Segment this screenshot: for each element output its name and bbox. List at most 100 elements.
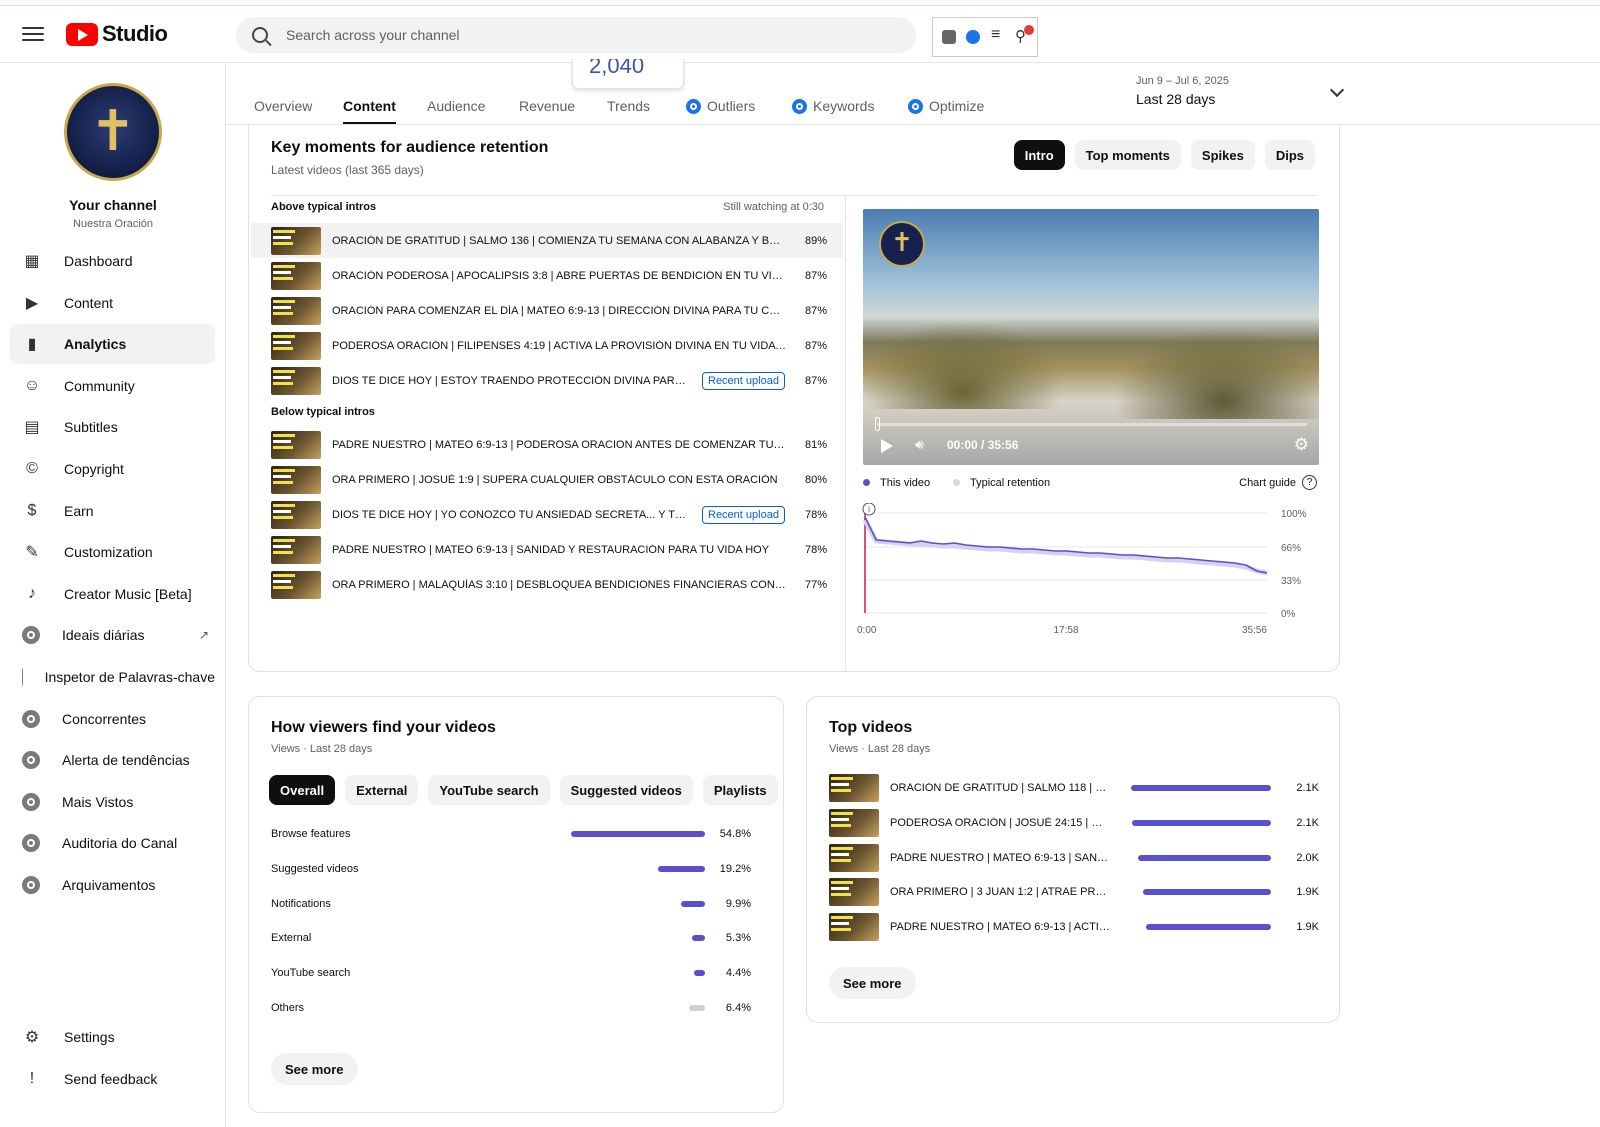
list-icon[interactable]	[990, 26, 1004, 44]
sidebar-item[interactable]: ▤ Subtitles	[10, 407, 215, 447]
date-range-picker[interactable]: Jun 9 – Jul 6, 2025 Last 28 days	[1136, 75, 1348, 107]
sidebar-item[interactable]: © Copyright	[10, 449, 215, 489]
chip-suggested-videos[interactable]: Suggested videos	[559, 775, 693, 805]
sidebar-item[interactable]: Alerta de tendências	[10, 740, 215, 780]
see-more-button[interactable]: See more	[829, 967, 916, 999]
chip-external[interactable]: External	[345, 775, 419, 805]
extension-icon	[908, 98, 923, 114]
volume-icon[interactable]: 🔊︎	[915, 436, 924, 453]
traffic-source-label: Suggested videos	[271, 862, 359, 875]
notification-icon[interactable]	[1014, 25, 1034, 45]
y-tick-label: 33%	[1281, 576, 1301, 587]
tab-content[interactable]: Content	[343, 95, 396, 124]
video-row[interactable]: ORACIÓN DE GRATITUD | SALMO 136 | COMIEN…	[251, 223, 843, 258]
sidebar-item[interactable]: Concorrentes	[10, 699, 215, 739]
tab-overview[interactable]: Overview	[254, 95, 312, 117]
sidebar-item[interactable]: Ideais diárias ↗	[10, 615, 215, 655]
sidebar-item[interactable]: ✎ Customization	[10, 532, 215, 572]
thumbnail-text	[273, 382, 293, 386]
extension-icon[interactable]	[966, 30, 980, 44]
video-thumbnail	[271, 571, 321, 600]
video-row[interactable]: ORA PRIMERO | JOSUÉ 1:9 | SUPERA CUALQUI…	[251, 462, 843, 497]
top-video-row[interactable]: ORA PRIMERO | 3 JUAN 1:2 | ATRAE PRO... 1…	[829, 877, 1319, 907]
top-video-row[interactable]: PODEROSA ORACIÓN | JOSUÉ 24:15 | RE... 2.…	[829, 808, 1319, 838]
chip-spikes[interactable]: Spikes	[1190, 140, 1255, 170]
sidebar-item[interactable]: ⚙ Settings	[10, 1017, 215, 1057]
video-progress-bar[interactable]	[877, 423, 1307, 426]
chip-dips[interactable]: Dips	[1264, 140, 1315, 170]
top-video-row[interactable]: PADRE NUESTRO | MATEO 6:9-13 | SANID... 2…	[829, 843, 1319, 873]
video-row[interactable]: DIOS TE DICE HOY | YO CONOZCO TU ANSIEDA…	[251, 497, 843, 532]
stats-icon[interactable]	[942, 30, 956, 44]
dashboard-icon: ▦	[24, 253, 40, 270]
date-range-label: Last 28 days	[1136, 91, 1216, 107]
traffic-sources-card: How viewers find your videos Views · Las…	[248, 696, 784, 1113]
traffic-source-row[interactable]: Browse features 54.8%	[271, 825, 751, 845]
thumbnail-text	[273, 551, 293, 555]
views-bar	[1146, 924, 1271, 931]
sidebar-item[interactable]: ☺ Community	[10, 366, 215, 406]
sidebar-item[interactable]: ♪ Creator Music [Beta]	[10, 574, 215, 614]
video-thumbnail	[271, 536, 321, 565]
traffic-source-row[interactable]: Others 6.4%	[271, 999, 751, 1019]
views-value: 1.9K	[1296, 886, 1319, 899]
sidebar-item[interactable]: Inspetor de Palavras-chave	[10, 657, 215, 697]
tab-keywords[interactable]: Keywords	[792, 95, 874, 117]
top-video-row[interactable]: PADRE NUESTRO | MATEO 6:9-13 | ACTIV... 1…	[829, 912, 1319, 942]
tab-optimize[interactable]: Optimize	[908, 95, 984, 117]
chip-top-moments[interactable]: Top moments	[1074, 140, 1181, 170]
tab-audience[interactable]: Audience	[427, 95, 485, 117]
play-icon[interactable]	[881, 439, 893, 453]
sidebar-item[interactable]: Arquivamentos	[10, 865, 215, 905]
video-title: PADRE NUESTRO | MATEO 6:9-13 | ACTIV...	[890, 921, 1110, 934]
subtitles-icon: ▤	[24, 419, 40, 437]
video-title: ORA PRIMERO | JOSUÉ 1:9 | SUPERA CUALQUI…	[332, 473, 778, 486]
video-row[interactable]: PADRE NUESTRO | MATEO 6:9-13 | SANIDAD Y…	[251, 533, 843, 568]
see-more-button[interactable]: See more	[271, 1053, 358, 1085]
channel-name: Your channel	[69, 197, 157, 213]
traffic-bar	[571, 831, 705, 837]
video-row[interactable]: ORACIÓN PODEROSA | APOCALIPSIS 3:8 | ABR…	[251, 258, 843, 293]
tab-revenue[interactable]: Revenue	[519, 95, 575, 117]
sidebar-item[interactable]: Auditoria do Canal	[10, 823, 215, 863]
settings-icon[interactable]: ⚙	[1294, 435, 1309, 455]
channel-avatar[interactable]	[64, 83, 162, 181]
thumbnail-text	[273, 270, 291, 274]
thumbnail-text	[831, 811, 853, 815]
video-player[interactable]: 🔊︎ 00:00 / 35:56 ⚙	[863, 209, 1319, 465]
sidebar-item[interactable]: Mais Vistos	[10, 782, 215, 822]
search-input[interactable]: Search across your channel	[236, 17, 916, 53]
sidebar-item[interactable]: ▶ Content	[10, 283, 215, 323]
chip-playlists[interactable]: Playlists	[702, 775, 778, 805]
video-row[interactable]: PADRE NUESTRO | MATEO 6:9-13 | PODEROSA …	[251, 427, 843, 462]
sidebar-item[interactable]: ▮ Analytics	[10, 324, 215, 365]
chip-youtube-search[interactable]: YouTube search	[428, 775, 550, 805]
sidebar-item[interactable]: ! Send feedback	[10, 1059, 215, 1099]
video-row[interactable]: DIOS TE DICE HOY | ESTOY TRAENDO PROTECC…	[251, 364, 843, 399]
traffic-source-row[interactable]: Notifications 9.9%	[271, 895, 751, 915]
sidebar-item[interactable]: $ Earn	[10, 491, 215, 531]
video-row[interactable]: ORACIÓN PARA COMENZAR EL DÍA | MATEO 6:9…	[251, 293, 843, 328]
video-title: PADRE NUESTRO | MATEO 6:9-13 | SANIDAD Y…	[332, 544, 770, 557]
logo-text: Studio	[102, 21, 168, 46]
scrubber-handle[interactable]	[875, 417, 880, 431]
chart-guide-button[interactable]: Chart guide?	[1239, 475, 1317, 490]
studio-logo[interactable]: Studio	[66, 21, 168, 47]
card-title: How viewers find your videos	[271, 719, 496, 736]
video-row[interactable]: PODEROSA ORACIÓN | FILIPENSES 4:19 | ACT…	[251, 329, 843, 364]
menu-icon[interactable]	[22, 27, 44, 43]
tab-trends[interactable]: Trends	[607, 95, 650, 117]
top-videos-card: Top videos Views · Last 28 days ORACIÓN …	[806, 696, 1340, 1023]
sidebar-item[interactable]: ▦ Dashboard	[10, 241, 215, 281]
retention-chart[interactable]: 100% 66% 33% 0% 0:00 17:58 35:56 i	[855, 503, 1325, 643]
video-row[interactable]: ORA PRIMERO | MALAQUÍAS 3:10 | DESBLOQUE…	[251, 568, 843, 603]
legend-dot	[863, 479, 870, 486]
traffic-source-row[interactable]: Suggested videos 19.2%	[271, 860, 751, 880]
chip-overall[interactable]: Overall	[269, 775, 336, 805]
chip-intro[interactable]: Intro	[1013, 140, 1065, 170]
tab-outliers[interactable]: Outliers	[686, 95, 755, 117]
top-video-row[interactable]: ORACIÓN DE GRATITUD | SALMO 118 | C... 2.…	[829, 773, 1319, 803]
traffic-source-row[interactable]: External 5.3%	[271, 929, 751, 949]
traffic-source-row[interactable]: YouTube search 4.4%	[271, 964, 751, 984]
traffic-source-label: Browse features	[271, 828, 351, 840]
